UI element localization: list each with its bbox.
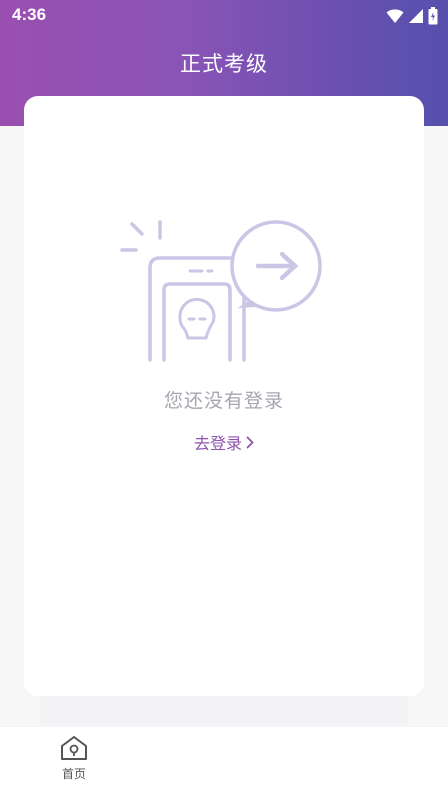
status-icons (386, 6, 438, 26)
signal-icon (409, 9, 423, 23)
empty-state-card: 您还没有登录 去登录 (24, 96, 424, 696)
battery-icon (428, 7, 438, 25)
wifi-icon (386, 9, 404, 23)
home-icon (61, 736, 87, 760)
not-logged-in-message: 您还没有登录 (163, 390, 284, 412)
go-login-link[interactable]: 去登录 (24, 430, 424, 454)
nav-item-home[interactable]: 首页 (44, 735, 104, 791)
status-bar: 4:36 (0, 0, 448, 32)
phone-login-illustration (120, 220, 322, 362)
chevron-right-icon (246, 436, 254, 449)
go-login-label: 去登录 (193, 434, 242, 453)
page-title: 正式考级 (180, 52, 268, 76)
nav-label-home: 首页 (61, 767, 86, 781)
bottom-nav: 首页 (0, 727, 448, 796)
status-time: 4:36 (12, 5, 47, 24)
